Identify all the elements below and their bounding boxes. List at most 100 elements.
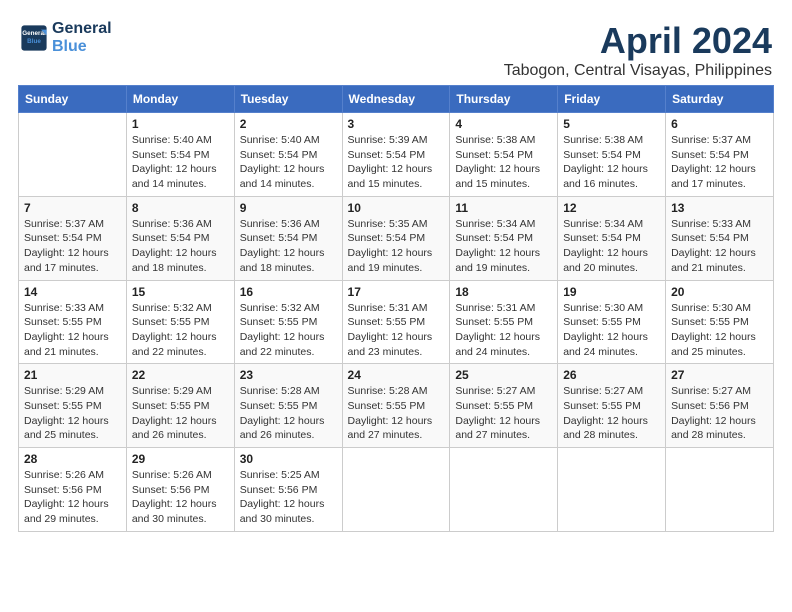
day-detail: Sunrise: 5:39 AM Sunset: 5:54 PM Dayligh… (348, 133, 445, 192)
day-number: 19 (563, 285, 660, 299)
day-number: 10 (348, 201, 445, 215)
day-detail: Sunrise: 5:40 AM Sunset: 5:54 PM Dayligh… (132, 133, 229, 192)
weekday-header-cell: Wednesday (342, 86, 450, 113)
day-number: 25 (455, 368, 552, 382)
calendar-day-cell (450, 448, 558, 532)
day-detail: Sunrise: 5:30 AM Sunset: 5:55 PM Dayligh… (563, 301, 660, 360)
day-number: 22 (132, 368, 229, 382)
day-detail: Sunrise: 5:33 AM Sunset: 5:55 PM Dayligh… (24, 301, 121, 360)
calendar-day-cell: 28 Sunrise: 5:26 AM Sunset: 5:56 PM Dayl… (19, 448, 127, 532)
calendar-day-cell: 10 Sunrise: 5:35 AM Sunset: 5:54 PM Dayl… (342, 196, 450, 280)
logo-icon: General Blue (20, 24, 48, 52)
calendar-day-cell: 19 Sunrise: 5:30 AM Sunset: 5:55 PM Dayl… (558, 280, 666, 364)
weekday-header-cell: Saturday (666, 86, 774, 113)
calendar-table: SundayMondayTuesdayWednesdayThursdayFrid… (18, 85, 774, 532)
calendar-day-cell: 18 Sunrise: 5:31 AM Sunset: 5:55 PM Dayl… (450, 280, 558, 364)
day-number: 5 (563, 117, 660, 131)
calendar-day-cell (666, 448, 774, 532)
calendar-day-cell: 24 Sunrise: 5:28 AM Sunset: 5:55 PM Dayl… (342, 364, 450, 448)
logo-text-blue: Blue (52, 38, 112, 56)
day-detail: Sunrise: 5:38 AM Sunset: 5:54 PM Dayligh… (455, 133, 552, 192)
weekday-header-cell: Monday (126, 86, 234, 113)
calendar-week-row: 28 Sunrise: 5:26 AM Sunset: 5:56 PM Dayl… (19, 448, 774, 532)
day-detail: Sunrise: 5:40 AM Sunset: 5:54 PM Dayligh… (240, 133, 337, 192)
day-number: 1 (132, 117, 229, 131)
day-number: 23 (240, 368, 337, 382)
month-title: April 2024 (504, 20, 772, 62)
calendar-day-cell: 1 Sunrise: 5:40 AM Sunset: 5:54 PM Dayli… (126, 113, 234, 197)
day-number: 24 (348, 368, 445, 382)
day-number: 18 (455, 285, 552, 299)
title-area: April 2024 Tabogon, Central Visayas, Phi… (504, 20, 772, 80)
calendar-day-cell: 17 Sunrise: 5:31 AM Sunset: 5:55 PM Dayl… (342, 280, 450, 364)
day-number: 13 (671, 201, 768, 215)
day-detail: Sunrise: 5:37 AM Sunset: 5:54 PM Dayligh… (24, 217, 121, 276)
day-number: 28 (24, 452, 121, 466)
calendar-day-cell: 3 Sunrise: 5:39 AM Sunset: 5:54 PM Dayli… (342, 113, 450, 197)
day-number: 8 (132, 201, 229, 215)
calendar-week-row: 1 Sunrise: 5:40 AM Sunset: 5:54 PM Dayli… (19, 113, 774, 197)
day-number: 2 (240, 117, 337, 131)
day-number: 6 (671, 117, 768, 131)
calendar-day-cell: 4 Sunrise: 5:38 AM Sunset: 5:54 PM Dayli… (450, 113, 558, 197)
calendar-week-row: 21 Sunrise: 5:29 AM Sunset: 5:55 PM Dayl… (19, 364, 774, 448)
weekday-header-cell: Tuesday (234, 86, 342, 113)
calendar-day-cell: 12 Sunrise: 5:34 AM Sunset: 5:54 PM Dayl… (558, 196, 666, 280)
day-number: 15 (132, 285, 229, 299)
calendar-week-row: 7 Sunrise: 5:37 AM Sunset: 5:54 PM Dayli… (19, 196, 774, 280)
weekday-header-cell: Friday (558, 86, 666, 113)
day-detail: Sunrise: 5:32 AM Sunset: 5:55 PM Dayligh… (240, 301, 337, 360)
day-detail: Sunrise: 5:26 AM Sunset: 5:56 PM Dayligh… (132, 468, 229, 527)
calendar-day-cell: 21 Sunrise: 5:29 AM Sunset: 5:55 PM Dayl… (19, 364, 127, 448)
calendar-day-cell: 8 Sunrise: 5:36 AM Sunset: 5:54 PM Dayli… (126, 196, 234, 280)
day-detail: Sunrise: 5:27 AM Sunset: 5:55 PM Dayligh… (455, 384, 552, 443)
day-detail: Sunrise: 5:25 AM Sunset: 5:56 PM Dayligh… (240, 468, 337, 527)
calendar-day-cell: 29 Sunrise: 5:26 AM Sunset: 5:56 PM Dayl… (126, 448, 234, 532)
day-number: 7 (24, 201, 121, 215)
day-detail: Sunrise: 5:33 AM Sunset: 5:54 PM Dayligh… (671, 217, 768, 276)
day-detail: Sunrise: 5:34 AM Sunset: 5:54 PM Dayligh… (455, 217, 552, 276)
location-title: Tabogon, Central Visayas, Philippines (504, 62, 772, 80)
day-number: 4 (455, 117, 552, 131)
day-detail: Sunrise: 5:26 AM Sunset: 5:56 PM Dayligh… (24, 468, 121, 527)
calendar-day-cell: 15 Sunrise: 5:32 AM Sunset: 5:55 PM Dayl… (126, 280, 234, 364)
calendar-day-cell: 25 Sunrise: 5:27 AM Sunset: 5:55 PM Dayl… (450, 364, 558, 448)
calendar-day-cell: 5 Sunrise: 5:38 AM Sunset: 5:54 PM Dayli… (558, 113, 666, 197)
day-detail: Sunrise: 5:27 AM Sunset: 5:56 PM Dayligh… (671, 384, 768, 443)
calendar-day-cell (342, 448, 450, 532)
calendar-day-cell: 7 Sunrise: 5:37 AM Sunset: 5:54 PM Dayli… (19, 196, 127, 280)
calendar-day-cell (558, 448, 666, 532)
day-number: 20 (671, 285, 768, 299)
day-number: 17 (348, 285, 445, 299)
day-detail: Sunrise: 5:30 AM Sunset: 5:55 PM Dayligh… (671, 301, 768, 360)
calendar-day-cell: 9 Sunrise: 5:36 AM Sunset: 5:54 PM Dayli… (234, 196, 342, 280)
calendar-day-cell: 16 Sunrise: 5:32 AM Sunset: 5:55 PM Dayl… (234, 280, 342, 364)
day-number: 12 (563, 201, 660, 215)
day-number: 26 (563, 368, 660, 382)
day-number: 14 (24, 285, 121, 299)
logo: General Blue General Blue (20, 20, 112, 55)
calendar-day-cell: 23 Sunrise: 5:28 AM Sunset: 5:55 PM Dayl… (234, 364, 342, 448)
calendar-day-cell: 26 Sunrise: 5:27 AM Sunset: 5:55 PM Dayl… (558, 364, 666, 448)
day-detail: Sunrise: 5:34 AM Sunset: 5:54 PM Dayligh… (563, 217, 660, 276)
svg-text:General: General (22, 30, 46, 37)
calendar: SundayMondayTuesdayWednesdayThursdayFrid… (10, 85, 782, 540)
day-number: 30 (240, 452, 337, 466)
calendar-day-cell (19, 113, 127, 197)
header: General Blue General Blue April 2024 Tab… (10, 10, 782, 85)
calendar-day-cell: 13 Sunrise: 5:33 AM Sunset: 5:54 PM Dayl… (666, 196, 774, 280)
day-detail: Sunrise: 5:36 AM Sunset: 5:54 PM Dayligh… (240, 217, 337, 276)
day-detail: Sunrise: 5:35 AM Sunset: 5:54 PM Dayligh… (348, 217, 445, 276)
calendar-day-cell: 2 Sunrise: 5:40 AM Sunset: 5:54 PM Dayli… (234, 113, 342, 197)
day-detail: Sunrise: 5:29 AM Sunset: 5:55 PM Dayligh… (132, 384, 229, 443)
calendar-body: 1 Sunrise: 5:40 AM Sunset: 5:54 PM Dayli… (19, 113, 774, 532)
day-detail: Sunrise: 5:31 AM Sunset: 5:55 PM Dayligh… (455, 301, 552, 360)
calendar-day-cell: 22 Sunrise: 5:29 AM Sunset: 5:55 PM Dayl… (126, 364, 234, 448)
day-detail: Sunrise: 5:28 AM Sunset: 5:55 PM Dayligh… (240, 384, 337, 443)
weekday-header-row: SundayMondayTuesdayWednesdayThursdayFrid… (19, 86, 774, 113)
svg-text:Blue: Blue (27, 37, 41, 44)
day-detail: Sunrise: 5:31 AM Sunset: 5:55 PM Dayligh… (348, 301, 445, 360)
day-number: 3 (348, 117, 445, 131)
calendar-day-cell: 14 Sunrise: 5:33 AM Sunset: 5:55 PM Dayl… (19, 280, 127, 364)
calendar-day-cell: 11 Sunrise: 5:34 AM Sunset: 5:54 PM Dayl… (450, 196, 558, 280)
